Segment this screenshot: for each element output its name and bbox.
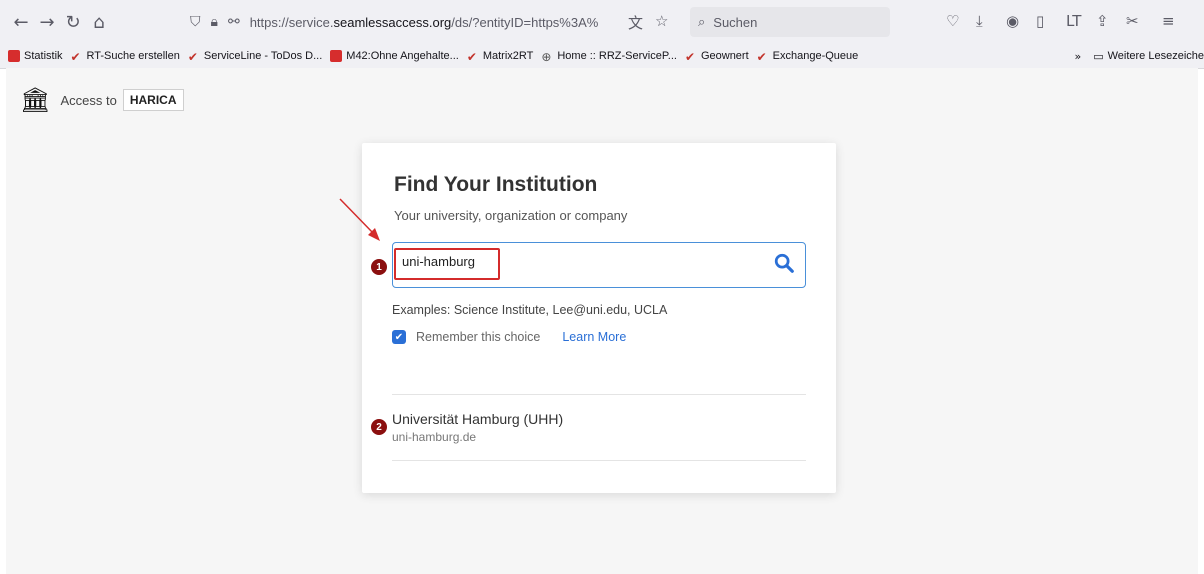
bookmark-item[interactable]: ✔ Matrix2RT [466, 50, 534, 64]
service-name-badge: HARICA [122, 89, 184, 111]
step-badge-1: 1 [371, 259, 387, 275]
remember-checkbox[interactable]: ✔ [392, 330, 406, 344]
result-domain: uni-hamburg.de [392, 430, 477, 444]
forward-arrow-icon[interactable]: → [34, 9, 60, 35]
remember-choice-row: ✔ Remember this choice Learn More [392, 330, 626, 344]
search-icon[interactable] [773, 252, 795, 274]
chevrons-right-icon[interactable]: » [1074, 50, 1081, 63]
menu-icon[interactable]: ≡ [1162, 12, 1175, 30]
bookmarks-bar: Statistik ✔ RT-Suche erstellen ✔ ServiceLi… [0, 44, 1204, 69]
account-icon[interactable]: ◉ [1006, 12, 1019, 30]
card-subtitle: Your university, organization or company [394, 208, 628, 223]
permissions-icon[interactable]: ⚯ [228, 14, 240, 30]
access-header: 🏛︎ Access to HARICA [20, 86, 184, 114]
languagetool-icon[interactable]: LT [1066, 12, 1081, 30]
result-name: Universität Hamburg (UHH) [392, 411, 564, 427]
pocket-icon[interactable]: ♡ [946, 12, 959, 30]
bookmark-item[interactable]: ✔ ServiceLine - ToDos D... [187, 50, 322, 64]
bookmark-item[interactable]: ✔ Geownert [684, 50, 749, 64]
divider [392, 394, 806, 395]
bookmark-item[interactable]: ⊕ Home :: RRZ-ServiceP... [541, 50, 677, 64]
institution-icon: 🏛︎ [20, 86, 51, 114]
learn-more-link[interactable]: Learn More [562, 330, 626, 344]
bookmark-item[interactable]: ✔ Exchange-Queue [756, 50, 859, 64]
check-icon: ✔ [70, 50, 81, 64]
reader-icon[interactable]: ▯ [1036, 12, 1044, 30]
browser-search-field[interactable]: ⌕ Suchen [690, 7, 890, 37]
access-label: Access to [60, 92, 117, 108]
remember-label: Remember this choice [416, 330, 541, 344]
shield-icon[interactable]: ⛉ [190, 14, 201, 30]
folder-icon: ▭ [1093, 49, 1104, 63]
check-icon: ✔ [187, 50, 198, 64]
translate-icon[interactable]: 文 [628, 12, 643, 33]
reload-icon[interactable]: ↻ [60, 9, 86, 35]
divider [392, 460, 806, 461]
search-input-value[interactable]: uni-hamburg [402, 254, 475, 269]
bookmarks-overflow: » ▭ Weitere Lesezeiche [1074, 44, 1204, 68]
search-placeholder: Suchen [713, 14, 758, 30]
institution-result-item[interactable]: Universität Hamburg (UHH) uni-hamburg.de [392, 411, 563, 444]
more-bookmarks-link[interactable]: Weitere Lesezeiche [1108, 50, 1204, 62]
bookmark-star-icon[interactable]: ☆ [655, 12, 668, 30]
check-icon: ✔ [756, 50, 767, 64]
red-square-icon [330, 50, 343, 62]
lock-icon[interactable]: 🔒︎ [211, 14, 218, 30]
bookmark-item[interactable]: ✔ RT-Suche erstellen [70, 50, 180, 64]
share-icon[interactable]: ⇪ [1096, 12, 1109, 30]
check-icon: ✔ [684, 50, 696, 64]
search-examples: Examples: Science Institute, Lee@uni.edu… [392, 303, 668, 317]
browser-toolbar: ← → ↻ ⌂ ⛉ 🔒︎ ⚯ https://service.seamlessa… [0, 0, 1204, 44]
find-institution-card: Find Your Institution Your university, o… [362, 143, 836, 493]
home-icon[interactable]: ⌂ [86, 9, 112, 35]
red-square-icon [8, 50, 20, 62]
bookmark-item[interactable]: M42:Ohne Angehalte... [330, 50, 459, 62]
search-icon: ⌕ [698, 14, 706, 30]
card-title: Find Your Institution [394, 173, 598, 196]
institution-search-input[interactable]: uni-hamburg [392, 242, 806, 288]
url-text[interactable]: https://service.seamlessaccess.org/ds/?e… [250, 15, 599, 30]
extensions-icon[interactable]: ✂ [1126, 12, 1139, 30]
globe-icon: ⊕ [541, 50, 552, 64]
check-icon: ✔ [466, 50, 477, 64]
bookmark-item[interactable]: Statistik [8, 50, 63, 62]
page-content: 🏛︎ Access to HARICA Find Your Institutio… [6, 68, 1198, 574]
downloads-icon[interactable]: ⤓ [976, 12, 983, 30]
back-arrow-icon[interactable]: ← [8, 9, 34, 35]
address-bar[interactable]: ⛉ 🔒︎ ⚯ https://service.seamlessaccess.or… [180, 7, 680, 37]
step-badge-2: 2 [371, 419, 387, 435]
